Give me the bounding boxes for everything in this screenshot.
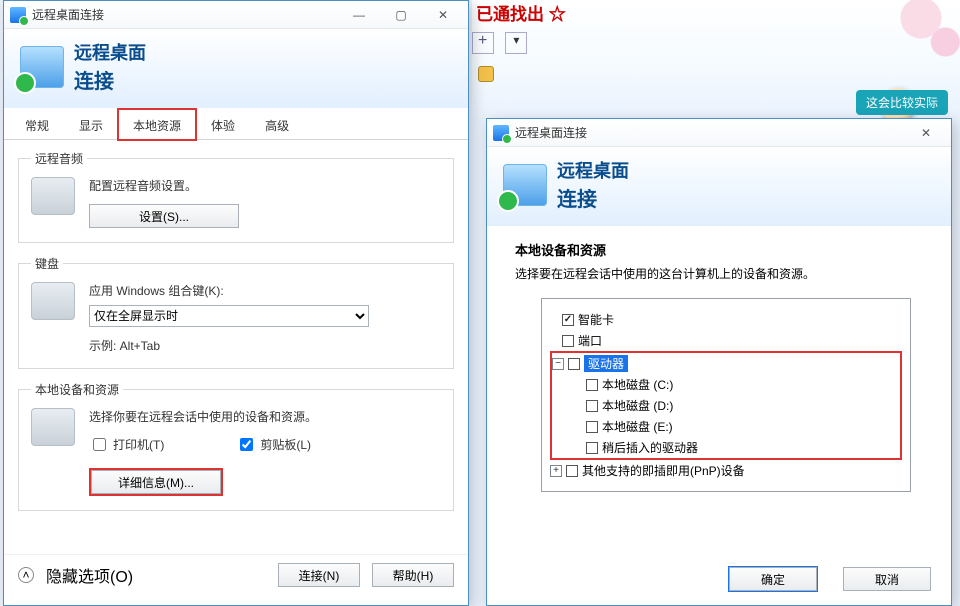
group-keyboard: 键盘 应用 Windows 组合键(K): 仅在全屏显示时 示例: Alt+Ta… [18,255,454,369]
checkbox-icon[interactable] [586,442,598,454]
legend-local-devices: 本地设备和资源 [31,381,123,398]
ok-button[interactable]: 确定 [729,567,817,591]
device-tree: 智能卡 端口 − 驱动器 本地磁盘 (C:) 本地磁盘 (D:) [541,298,911,492]
chat-bubble: 这会比较实际 [856,90,948,115]
chevron-up-icon[interactable]: ˄ [18,567,34,583]
window-rdc-devices: 远程桌面连接 ✕ 远程桌面 连接 本地设备和资源 选择要在远程会话中使用的这台计… [486,118,952,606]
keyboard-example: 示例: Alt+Tab [89,337,441,354]
rdc-icon [493,125,509,141]
checkbox-clipboard-input[interactable] [240,438,253,451]
tree-item-smartcard[interactable]: 智能卡 [550,309,902,330]
section-text: 选择要在远程会话中使用的这台计算机上的设备和资源。 [487,259,951,298]
close-button[interactable]: ✕ [422,4,464,26]
banner-icon [503,164,547,206]
expand-icon[interactable]: + [550,465,562,477]
grid-icon[interactable]: ▾ [505,32,527,54]
dialog-footer: 确定 取消 [729,567,931,591]
titlebar[interactable]: 远程桌面连接 ✕ [487,119,951,147]
printer-icon [31,408,75,446]
audio-settings-button[interactable]: 设置(S)... [89,204,239,228]
localdev-text: 选择你要在远程会话中使用的设备和资源。 [89,408,441,425]
checkbox-icon[interactable] [562,314,574,326]
banner: 远程桌面 连接 [4,29,468,108]
checkbox-icon[interactable] [562,335,574,347]
highlight-more-button: 详细信息(M)... [89,468,223,496]
plus-icon[interactable]: + [472,32,494,54]
bg-toolbar: + ▾ [472,32,535,54]
bg-truncated-text: 已通找出 ☆ [476,0,566,25]
help-button[interactable]: 帮助(H) [372,563,454,587]
tree-item-drive-c[interactable]: 本地磁盘 (C:) [552,374,900,395]
window-rdc-main: 远程桌面连接 — ▢ ✕ 远程桌面 连接 常规 显示 本地资源 体验 高级 远程… [3,0,469,606]
legend-keyboard: 键盘 [31,255,63,272]
window-title: 远程桌面连接 [515,124,587,141]
checkbox-clipboard[interactable]: 剪贴板(L) [236,435,311,454]
banner-line2: 连接 [74,65,146,94]
tree-item-drive-e[interactable]: 本地磁盘 (E:) [552,416,900,437]
tab-local-resources[interactable]: 本地资源 [118,109,196,140]
collapse-icon[interactable]: − [552,358,564,370]
keyboard-combo[interactable]: 仅在全屏显示时 [89,305,369,327]
tree-item-drive-later[interactable]: 稍后插入的驱动器 [552,437,900,458]
checkbox-printers-input[interactable] [93,438,106,451]
footer: ˄ 隐藏选项(O) 连接(N) 帮助(H) [4,554,468,605]
checkbox-printers[interactable]: 打印机(T) [89,435,164,454]
cancel-button[interactable]: 取消 [843,567,931,591]
banner: 远程桌面 连接 [487,147,951,226]
banner-line1: 远程桌面 [74,39,146,65]
more-details-button[interactable]: 详细信息(M)... [91,470,221,494]
speaker-icon [31,177,75,215]
maximize-button[interactable]: ▢ [380,4,422,26]
keyboard-icon [31,282,75,320]
close-button[interactable]: ✕ [905,122,947,144]
tab-advanced[interactable]: 高级 [250,109,304,140]
tabs: 常规 显示 本地资源 体验 高级 [4,108,468,140]
hide-options-link[interactable]: 隐藏选项(O) [46,563,133,587]
banner-icon [20,46,64,88]
highlight-drives-group: − 驱动器 本地磁盘 (C:) 本地磁盘 (D:) 本地磁盘 (E:) 稍后插入… [550,351,902,460]
audio-text: 配置远程音频设置。 [89,177,441,194]
checkbox-icon[interactable] [568,358,580,370]
tree-item-ports[interactable]: 端口 [550,330,902,351]
group-local-devices: 本地设备和资源 选择你要在远程会话中使用的设备和资源。 打印机(T) 剪贴板(L… [18,381,454,511]
checkbox-icon[interactable] [566,465,578,477]
tab-experience[interactable]: 体验 [196,109,250,140]
tree-item-drives[interactable]: − 驱动器 [552,353,900,374]
checkbox-icon[interactable] [586,400,598,412]
emoji-icon [478,66,494,82]
connect-button[interactable]: 连接(N) [278,563,360,587]
tree-selected-label: 驱动器 [584,355,628,372]
titlebar[interactable]: 远程桌面连接 — ▢ ✕ [4,1,468,29]
tree-item-pnp[interactable]: + 其他支持的即插即用(PnP)设备 [550,460,902,481]
window-title: 远程桌面连接 [32,6,104,23]
checkbox-icon[interactable] [586,421,598,433]
legend-remote-audio: 远程音频 [31,150,87,167]
tab-display[interactable]: 显示 [64,109,118,140]
section-heading: 本地设备和资源 [487,240,951,259]
rdc-icon [10,7,26,23]
group-remote-audio: 远程音频 配置远程音频设置。 设置(S)... [18,150,454,243]
tree-item-drive-d[interactable]: 本地磁盘 (D:) [552,395,900,416]
checkbox-icon[interactable] [586,379,598,391]
tab-general[interactable]: 常规 [10,109,64,140]
minimize-button[interactable]: — [338,4,380,26]
keyboard-label: 应用 Windows 组合键(K): [89,282,441,299]
banner-line1: 远程桌面 [557,157,629,183]
banner-line2: 连接 [557,183,629,212]
